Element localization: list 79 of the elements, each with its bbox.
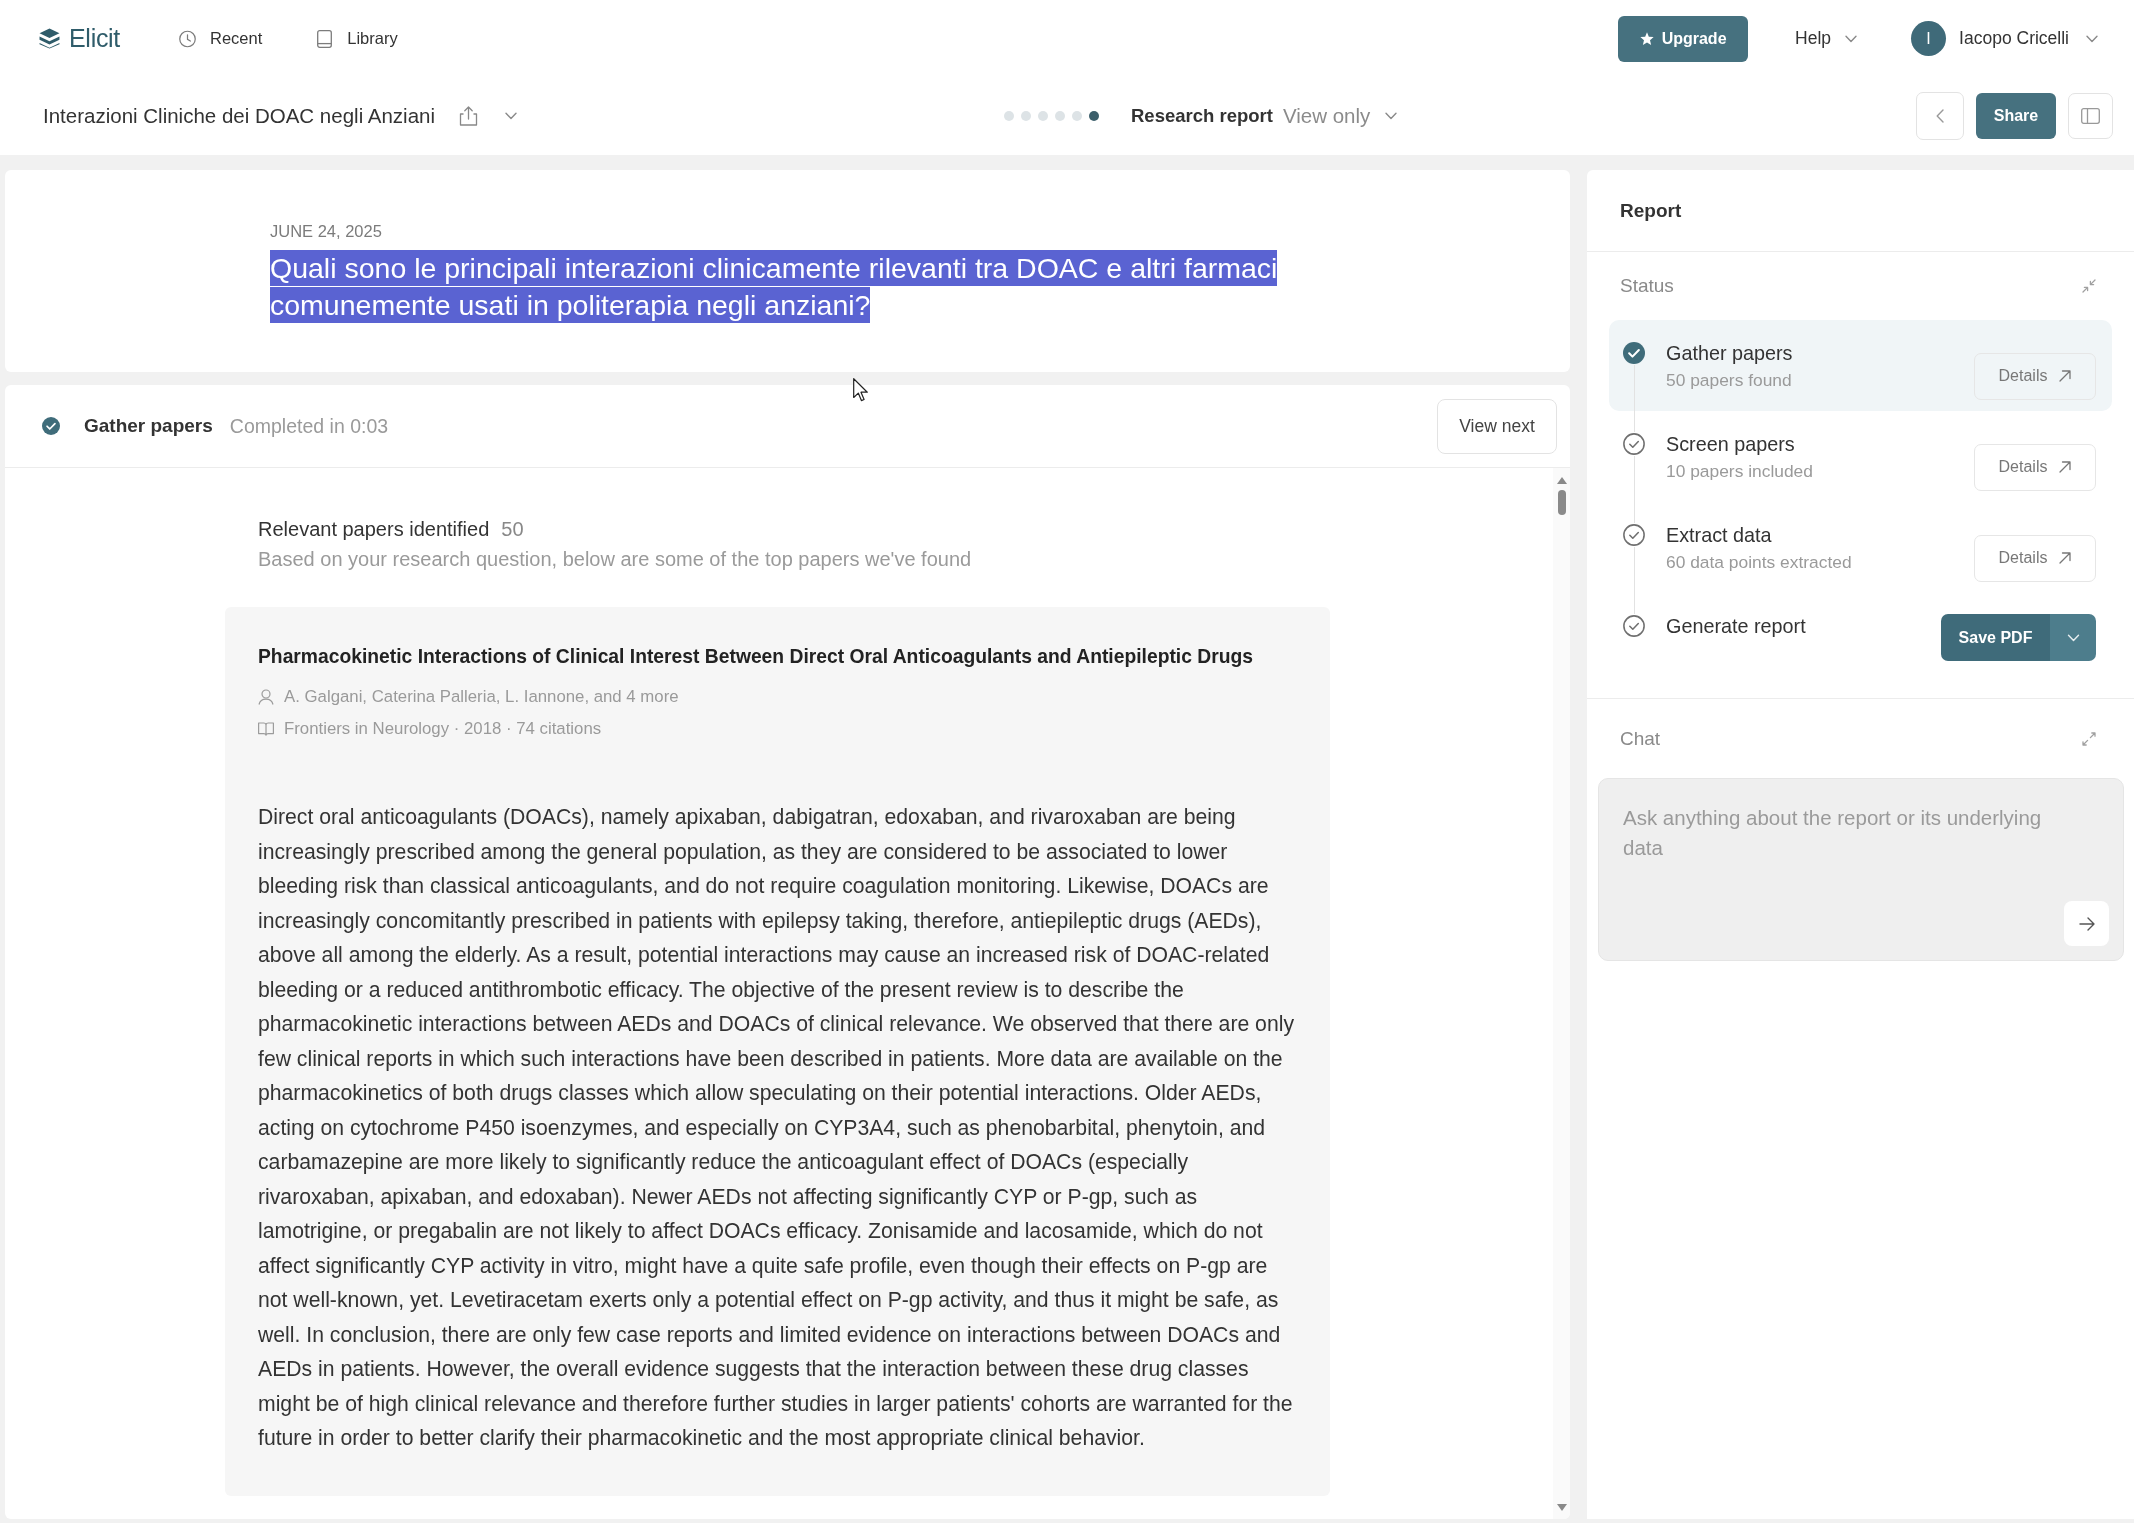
results-description: Based on your research question, below are some of the top papers we've found <box>258 547 973 572</box>
open-book-icon <box>258 721 274 737</box>
scrollbar[interactable] <box>1553 468 1570 1519</box>
send-button[interactable] <box>2064 901 2109 946</box>
share-button[interactable]: Share <box>1976 93 2056 139</box>
step-detail: 10 papers included <box>1666 460 1814 482</box>
scrollbar-thumb[interactable] <box>1557 490 1566 515</box>
progress-dot[interactable] <box>1004 111 1014 121</box>
progress-dot[interactable] <box>1089 111 1099 121</box>
step-name: Screen papers <box>1666 432 1796 456</box>
chevron-down-icon[interactable] <box>505 112 517 120</box>
step-detail: 50 papers found <box>1666 369 1793 391</box>
nav-link[interactable]: Recent <box>179 29 263 48</box>
panel-toggle-button[interactable] <box>2068 93 2113 139</box>
panel-title: Report <box>1620 199 1682 222</box>
section-label: Chat <box>1620 727 1661 750</box>
paper-source: Frontiers in Neurology · 2018 · 74 citations <box>284 719 602 739</box>
question-heading: Quali sono le principali interazioni clinicamente rilevanti tra DOAC e altri farmaci comunemente usati in politerapia negli anziani? <box>270 250 1279 324</box>
chevron-left-icon <box>1936 109 1944 123</box>
chat-input[interactable]: Ask anything about the report or its underlying data <box>1598 778 2124 961</box>
check-circle-icon <box>1623 524 1645 546</box>
arrow-up-right-icon <box>2059 552 2072 564</box>
report-date: JUNE 24, 2025 <box>270 221 383 241</box>
chevron-down-icon[interactable] <box>2086 34 2098 43</box>
details-button[interactable]: Details <box>1974 352 2096 400</box>
step-status: Completed in 0:03 <box>229 414 389 438</box>
person-icon <box>258 689 274 705</box>
step-detail: 60 data points extracted <box>1666 551 1853 573</box>
check-circle-icon <box>1623 433 1645 455</box>
report-type: Research report <box>1131 105 1273 127</box>
arrow-right-icon <box>2078 916 2095 931</box>
project-title: Interazioni Cliniche dei DOAC negli Anziani <box>43 104 435 128</box>
check-circle-icon <box>1623 615 1645 637</box>
progress-dot[interactable] <box>1038 111 1048 121</box>
check-circle-icon <box>1623 342 1645 364</box>
step-name: Gather papers <box>84 415 213 437</box>
chevron-down-icon <box>1845 34 1858 43</box>
user-name[interactable]: Iacopo Cricelli <box>1959 28 2069 49</box>
status-step[interactable]: Extract data 60 data points extracted Details <box>1609 502 2112 593</box>
user-avatar[interactable]: I <box>1911 21 1947 56</box>
logo-icon <box>39 28 60 49</box>
collapse-icon[interactable] <box>2082 279 2096 293</box>
arrow-up-right-icon <box>2059 370 2072 382</box>
save-pdf-button[interactable]: Save PDF <box>1941 614 2050 661</box>
share-icon[interactable] <box>459 106 478 126</box>
brand-name[interactable]: Elicit <box>69 24 120 53</box>
count-label: Relevant papers identified <box>258 517 490 542</box>
status-step[interactable]: Screen papers 10 papers included Details <box>1609 411 2112 502</box>
details-button[interactable]: Details <box>1974 443 2096 491</box>
section-label: Status <box>1620 275 1674 297</box>
paper-title[interactable]: Pharmacokinetic Interactions of Clinical Interest Between Direct Oral Anticoagulants and Antiepileptic Drugs <box>258 644 1297 670</box>
arrow-up-right-icon <box>2059 461 2072 473</box>
chevron-down-icon <box>2066 633 2080 642</box>
details-button[interactable]: Details <box>1974 534 2096 582</box>
progress-dot[interactable] <box>1055 111 1065 121</box>
panel-icon <box>2081 108 2100 124</box>
status-step[interactable]: Generate report Save PDF <box>1609 593 2112 681</box>
paper-abstract: Direct oral anticoagulants (DOACs), namely apixaban, dabigatran, edoxaban, and rivaroxaban are being increasingly prescribed among the general population, as they are considered to be associated to lower bleeding risk than classical anticoagulants, and do not require coagulation monitoring. Likewise, DOACs are increasingly concomitantly prescribed in patients with epilepsy taking, therefore, antiepileptic drugs (AEDs), above all among the elderly. As a result, potential interactions may cause an increased risk of DOAC-related bleeding or a reduced antithrombotic efficacy. The objective of the present review is to describe the pharmacokinetic interactions between AEDs and DOACs of clinical relevance. We observed that there are only few clinical reports in which such interactions have been described in patients. More data are available on the pharmacokinetics of both drugs classes which allow speculating on their potential interactions. Older AEDs, acting on cytochrome P450 isoenzymes, and especially on CYP3A4, such as phenobarbital, phenytoin, and carbamazepine are more likely to significantly reduce the anticoagulant effect of DOACs (especially rivaroxaban, apixaban, and edoxaban). Newer AEDs not affecting significantly CYP or P-gp, such as lamotrigine, or pregabalin are not likely to affect DOACs efficacy. Zonisamide and lacosamide, which do not affect significantly CYP activity in vitro, might have a quite safe profile, even though their effects on P-gp are not well-known, yet. Levetiracetam exerts only a potential effect on P-gp activity, and thus it might be safe, as well. In conclusion, there are only few case reports and limited evidence on interactions between DOACs and AEDs in patients. However, the overall evidence suggests that the interaction between these drug classes might be of high clinical relevance and therefore further studies in larger patients' cohorts are warranted for the future in order to better clarify their pharmacokinetic and the most appropriate clinical behavior. <box>258 804 1295 1452</box>
count-value: 50 <box>501 517 524 542</box>
step-name: Generate report <box>1666 614 1807 638</box>
progress-dot[interactable] <box>1021 111 1031 121</box>
star-icon <box>1639 31 1654 46</box>
paper-authors: A. Galgani, Caterina Palleria, L. Iannone, and 4 more <box>284 687 679 707</box>
nav-link[interactable]: Library <box>316 29 398 48</box>
progress-dot[interactable] <box>1072 111 1082 121</box>
book-icon <box>316 29 334 48</box>
step-name: Gather papers <box>1666 341 1794 365</box>
status-step[interactable]: Gather papers 50 papers found Details <box>1609 320 2112 411</box>
scroll-up-icon[interactable] <box>1556 477 1567 484</box>
check-circle-icon <box>42 417 60 435</box>
expand-icon[interactable] <box>2082 731 2096 746</box>
upgrade-button[interactable]: Upgrade <box>1618 15 1749 62</box>
help-menu[interactable]: Help <box>1795 28 1858 49</box>
step-name: Extract data <box>1666 523 1773 547</box>
save-options-button[interactable] <box>2050 614 2096 661</box>
chevron-down-icon <box>1385 112 1398 120</box>
view-next-button[interactable]: View next <box>1437 398 1557 454</box>
scroll-down-icon[interactable] <box>1556 1504 1567 1511</box>
clock-icon <box>179 29 196 48</box>
